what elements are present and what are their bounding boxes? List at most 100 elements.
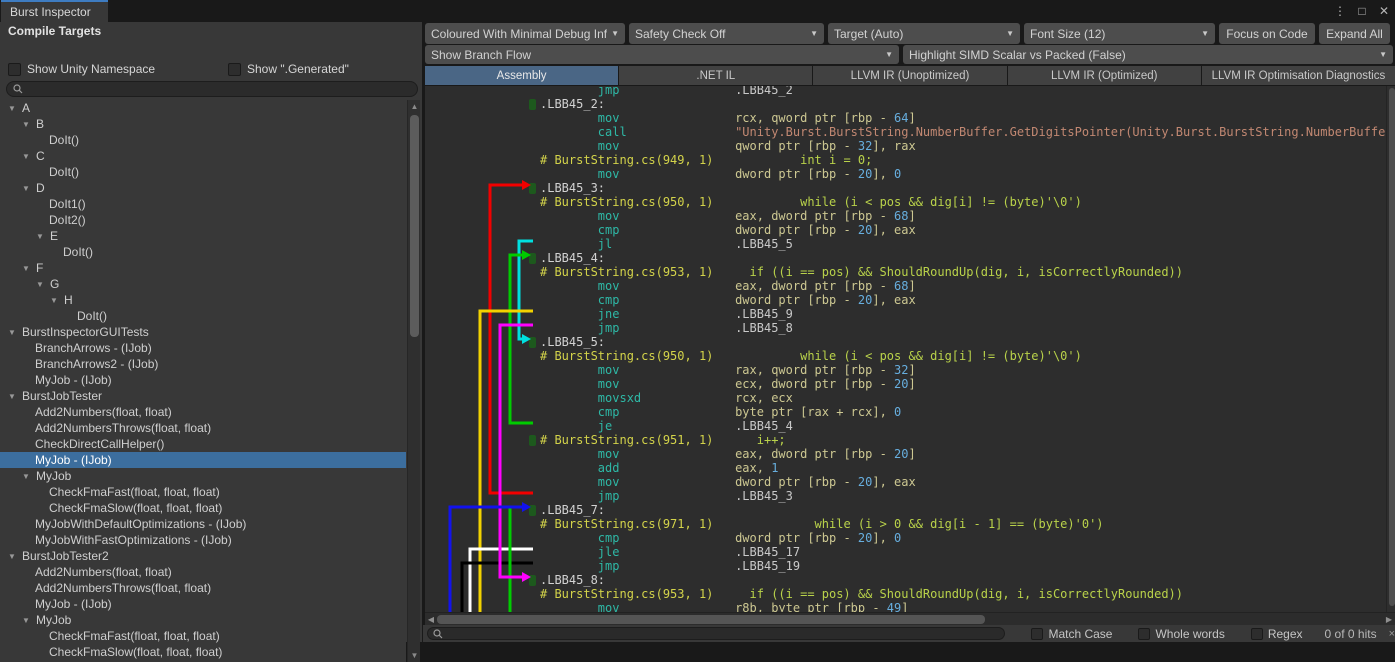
- tree-item-add2numbersthrows-float-float[interactable]: Add2NumbersThrows(float, float): [0, 580, 406, 596]
- hit-count: 0 of 0 hits: [1325, 627, 1377, 641]
- kebab-menu-icon[interactable]: ⋮: [1333, 4, 1347, 18]
- scrollbar-thumb[interactable]: [410, 115, 419, 337]
- checkbox-box[interactable]: [1031, 628, 1043, 640]
- compile-targets-panel: Compile Targets Show Unity Namespace Sho…: [0, 22, 422, 642]
- tab-assembly[interactable]: Assembly: [425, 66, 618, 85]
- tree-item-label: Add2NumbersThrows(float, float): [35, 581, 211, 595]
- match-case-checkbox[interactable]: Match Case: [1031, 627, 1112, 641]
- regex-checkbox[interactable]: Regex: [1251, 627, 1303, 641]
- tree-item-myjob-ijob[interactable]: MyJob - (IJob): [0, 452, 406, 468]
- foldout-triangle-icon[interactable]: ▼: [22, 120, 36, 129]
- asm-line-block: .LBB45_2:: [425, 97, 1386, 111]
- find-close-icon[interactable]: ×: [1389, 628, 1395, 640]
- tree-scrollbar[interactable]: ▲ ▼: [407, 100, 420, 662]
- dropdown-font-size-12[interactable]: Font Size (12)▼: [1024, 23, 1215, 44]
- tree-item-myjob-ijob[interactable]: MyJob - (IJob): [0, 372, 406, 388]
- dropdown-safety-check-off[interactable]: Safety Check Off▼: [629, 23, 824, 44]
- tree-item-burstjobtester2[interactable]: ▼BurstJobTester2: [0, 548, 406, 564]
- tree-item-f[interactable]: ▼F: [0, 260, 406, 276]
- scroll-up-icon[interactable]: ▲: [408, 100, 421, 113]
- search-icon: [433, 629, 443, 639]
- tab-net-il[interactable]: .NET IL: [619, 66, 812, 85]
- close-icon[interactable]: ✕: [1377, 4, 1391, 18]
- tree-item-b[interactable]: ▼B: [0, 116, 406, 132]
- tree-item-d[interactable]: ▼D: [0, 180, 406, 196]
- button-expand-all[interactable]: Expand All: [1319, 23, 1390, 44]
- asm-line: mov dword ptr [rbp - 20], 0: [425, 167, 1386, 181]
- dropdown-highlight-simd-scalar-vs-packed-false[interactable]: Highlight SIMD Scalar vs Packed (False)▼: [903, 45, 1393, 64]
- tree-item-myjob[interactable]: ▼MyJob: [0, 612, 406, 628]
- tree-item-doit[interactable]: DoIt(): [0, 244, 406, 260]
- tree-item-checkfmaslow-float-float-float[interactable]: CheckFmaSlow(float, float, float): [0, 644, 406, 660]
- show-unity-namespace-checkbox[interactable]: Show Unity Namespace: [8, 62, 155, 76]
- foldout-triangle-icon[interactable]: ▼: [8, 552, 22, 561]
- assembly-code-view[interactable]: jmp .LBB45_2.LBB45_2: mov rcx, qword ptr…: [425, 86, 1386, 612]
- tree-item-myjob[interactable]: ▼MyJob: [0, 468, 406, 484]
- scrollbar-thumb[interactable]: [1389, 88, 1395, 606]
- tab-llvm-ir-optimized[interactable]: LLVM IR (Optimized): [1008, 66, 1201, 85]
- toolbar-row-1: Coloured With Minimal Debug Infi▼Safety …: [425, 23, 1395, 44]
- tree-item-myjobwithfastoptimizations-ijob[interactable]: MyJobWithFastOptimizations - (IJob): [0, 532, 406, 548]
- tree-item-myjob-ijob[interactable]: MyJob - (IJob): [0, 596, 406, 612]
- foldout-triangle-icon[interactable]: ▼: [36, 280, 50, 289]
- tree-item-checkdirectcallhelper[interactable]: CheckDirectCallHelper(): [0, 436, 406, 452]
- foldout-triangle-icon[interactable]: ▼: [8, 104, 22, 113]
- scrollbar-thumb[interactable]: [437, 615, 985, 624]
- tree-item-label: Add2Numbers(float, float): [35, 565, 172, 579]
- checkbox-box[interactable]: [8, 63, 21, 76]
- tree-item-checkfmafast-float-float-float[interactable]: CheckFmaFast(float, float, float): [0, 484, 406, 500]
- foldout-triangle-icon[interactable]: ▼: [22, 264, 36, 273]
- asm-line: jmp .LBB45_19: [425, 559, 1386, 573]
- tree-item-g[interactable]: ▼G: [0, 276, 406, 292]
- maximize-icon[interactable]: □: [1355, 4, 1369, 18]
- code-horizontal-scrollbar[interactable]: ◀ ▶: [425, 612, 1395, 625]
- tree-item-doit[interactable]: DoIt(): [0, 132, 406, 148]
- tree-item-brancharrows-ijob[interactable]: BranchArrows - (IJob): [0, 340, 406, 356]
- tree-item-add2numbersthrows-float-float[interactable]: Add2NumbersThrows(float, float): [0, 420, 406, 436]
- checkbox-box[interactable]: [1251, 628, 1263, 640]
- foldout-triangle-icon[interactable]: ▼: [22, 184, 36, 193]
- tab-llvm-ir-unoptimized[interactable]: LLVM IR (Unoptimized): [813, 66, 1006, 85]
- tree-item-doit[interactable]: DoIt(): [0, 164, 406, 180]
- dropdown-coloured-with-minimal-debug-infi[interactable]: Coloured With Minimal Debug Infi▼: [425, 23, 625, 44]
- window-tab-burst-inspector[interactable]: Burst Inspector: [1, 0, 108, 22]
- checkbox-box[interactable]: [1138, 628, 1150, 640]
- tree-item-a[interactable]: ▼A: [0, 100, 406, 116]
- tree-item-e[interactable]: ▼E: [0, 228, 406, 244]
- tree-item-doit1[interactable]: DoIt1(): [0, 196, 406, 212]
- asm-line: cmp byte ptr [rax + rcx], 0: [425, 405, 1386, 419]
- checkbox-box[interactable]: [228, 63, 241, 76]
- code-vertical-scrollbar[interactable]: [1386, 86, 1395, 612]
- asm-line: mov eax, dword ptr [rbp - 20]: [425, 447, 1386, 461]
- show-generated-checkbox[interactable]: Show ".Generated": [228, 62, 349, 76]
- find-input[interactable]: [427, 627, 1005, 640]
- tree-item-myjobwithdefaultoptimizations-ijob[interactable]: MyJobWithDefaultOptimizations - (IJob): [0, 516, 406, 532]
- foldout-triangle-icon[interactable]: ▼: [8, 392, 22, 401]
- tab-llvm-ir-optimisation-diagnostics[interactable]: LLVM IR Optimisation Diagnostics: [1202, 66, 1395, 85]
- dropdown-target-auto[interactable]: Target (Auto)▼: [828, 23, 1020, 44]
- dropdown-show-branch-flow[interactable]: Show Branch Flow▼: [425, 45, 899, 64]
- block-marker-icon: [529, 575, 536, 586]
- foldout-triangle-icon[interactable]: ▼: [8, 328, 22, 337]
- tree-item-label: C: [36, 149, 45, 163]
- tree-item-label: F: [36, 261, 43, 275]
- scroll-down-icon[interactable]: ▼: [408, 649, 421, 662]
- button-focus-on-code[interactable]: Focus on Code: [1219, 23, 1315, 44]
- whole-words-checkbox[interactable]: Whole words: [1138, 627, 1224, 641]
- foldout-triangle-icon[interactable]: ▼: [22, 616, 36, 625]
- foldout-triangle-icon[interactable]: ▼: [50, 296, 64, 305]
- tree-item-checkfmaslow-float-float-float[interactable]: CheckFmaSlow(float, float, float): [0, 500, 406, 516]
- foldout-triangle-icon[interactable]: ▼: [36, 232, 50, 241]
- tree-item-doit2[interactable]: DoIt2(): [0, 212, 406, 228]
- tree-item-add2numbers-float-float[interactable]: Add2Numbers(float, float): [0, 404, 406, 420]
- tree-search-input[interactable]: [6, 81, 418, 97]
- tree-item-c[interactable]: ▼C: [0, 148, 406, 164]
- tree-item-brancharrows2-ijob[interactable]: BranchArrows2 - (IJob): [0, 356, 406, 372]
- tree-item-add2numbers-float-float[interactable]: Add2Numbers(float, float): [0, 564, 406, 580]
- tree-item-burstjobtester[interactable]: ▼BurstJobTester: [0, 388, 406, 404]
- foldout-triangle-icon[interactable]: ▼: [22, 472, 36, 481]
- tree-item-h[interactable]: ▼H: [0, 292, 406, 308]
- foldout-triangle-icon[interactable]: ▼: [22, 152, 36, 161]
- tree-item-burstinspectorguitests[interactable]: ▼BurstInspectorGUITests: [0, 324, 406, 340]
- tree-item-doit[interactable]: DoIt(): [0, 308, 406, 324]
